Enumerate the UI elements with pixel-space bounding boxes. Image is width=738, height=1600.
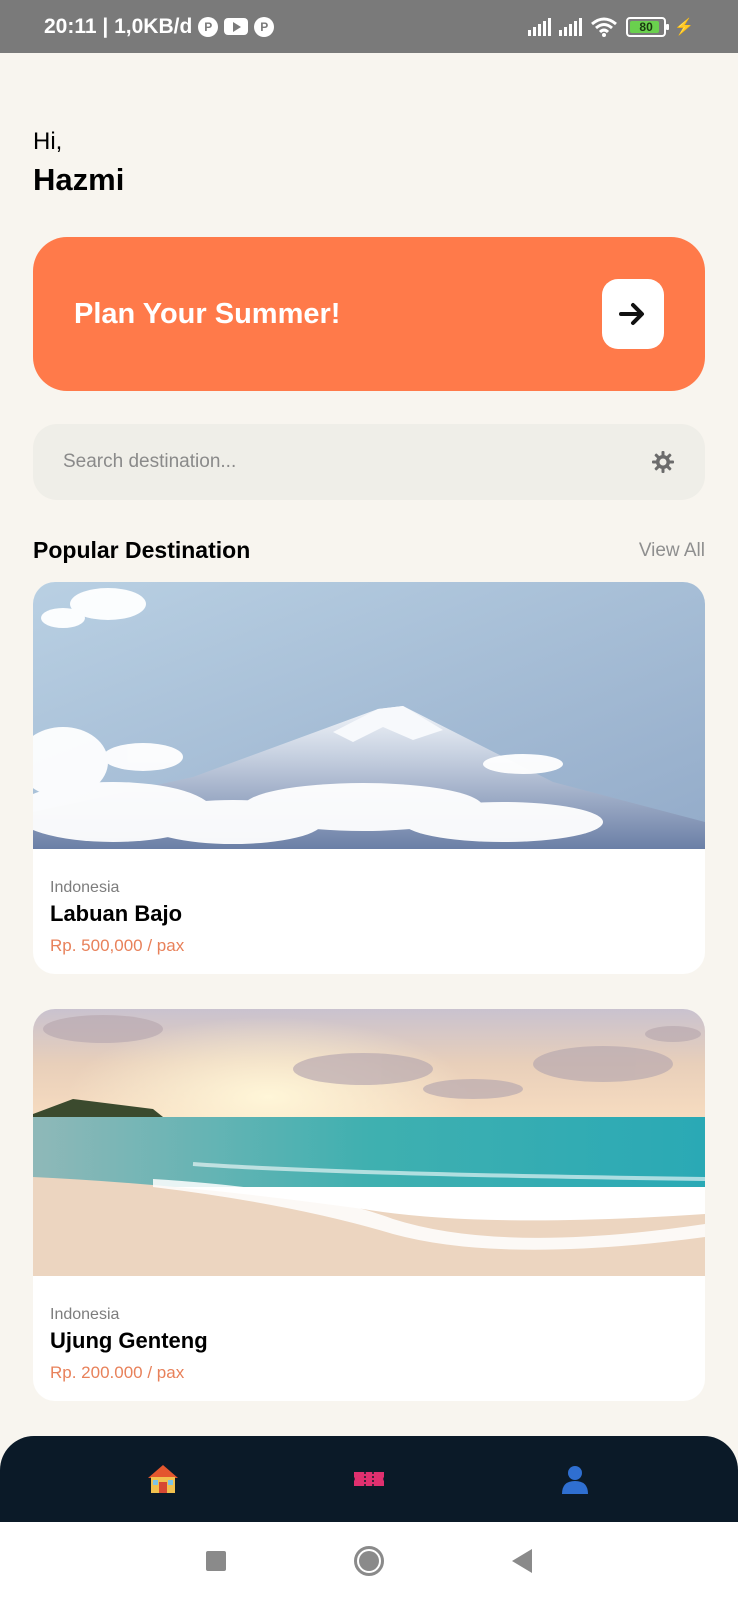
battery-icon: 80 (626, 16, 670, 37)
user-name: Hazmi (33, 162, 125, 197)
arrow-right-icon (619, 303, 644, 325)
status-time: 20:11 | 1,0KB/d (44, 14, 193, 38)
search-input[interactable] (63, 451, 651, 473)
gear-icon[interactable] (651, 450, 675, 474)
nav-profile[interactable] (555, 1459, 595, 1499)
destination-price: Rp. 200.000 / pax (50, 1363, 185, 1382)
destination-country: Indonesia (50, 1306, 120, 1323)
youtube-icon (224, 18, 249, 35)
app-notification-icon: P (254, 16, 275, 37)
destination-price: Rp. 500,000 / pax (50, 936, 185, 955)
section-title: Popular Destination (33, 537, 251, 563)
destination-country: Indonesia (50, 879, 120, 896)
nav-home[interactable] (143, 1459, 183, 1499)
destination-name: Labuan Bajo (50, 901, 183, 926)
wifi-icon (591, 17, 618, 37)
plan-summer-banner[interactable]: Plan Your Summer! (33, 237, 705, 391)
nav-tickets[interactable] (349, 1459, 389, 1499)
charging-icon: ⚡ (674, 18, 694, 36)
status-bar: 20:11 | 1,0KB/d P P 80 ⚡ (0, 0, 738, 53)
destination-card[interactable]: Indonesia Labuan Bajo Rp. 500,000 / pax (33, 582, 705, 974)
mountain-photo (33, 582, 705, 849)
banner-arrow-button[interactable] (602, 279, 664, 349)
system-navigation (0, 1522, 738, 1600)
app-notification-icon: P (198, 16, 219, 37)
signal-icon (528, 17, 552, 36)
home-icon (148, 1465, 178, 1493)
status-time-group: 20:11 | 1,0KB/d P P (44, 14, 275, 39)
bottom-navigation (0, 1436, 738, 1522)
home-button-icon[interactable] (354, 1546, 384, 1576)
ticket-icon (354, 1472, 384, 1486)
destination-card[interactable]: Indonesia Ujung Genteng Rp. 200.000 / pa… (33, 1009, 705, 1401)
view-all-link[interactable]: View All (639, 540, 705, 562)
destination-name: Ujung Genteng (50, 1328, 208, 1353)
back-icon[interactable] (512, 1549, 532, 1573)
search-bar (33, 424, 705, 500)
battery-level: 80 (639, 19, 653, 34)
signal-icon (559, 17, 583, 36)
status-right-icons: 80 ⚡ (528, 16, 694, 38)
beach-photo (33, 1009, 705, 1276)
recent-apps-icon[interactable] (206, 1551, 226, 1571)
banner-title: Plan Your Summer! (74, 297, 341, 330)
profile-icon (562, 1466, 588, 1494)
greeting-hi: Hi, (33, 128, 63, 155)
